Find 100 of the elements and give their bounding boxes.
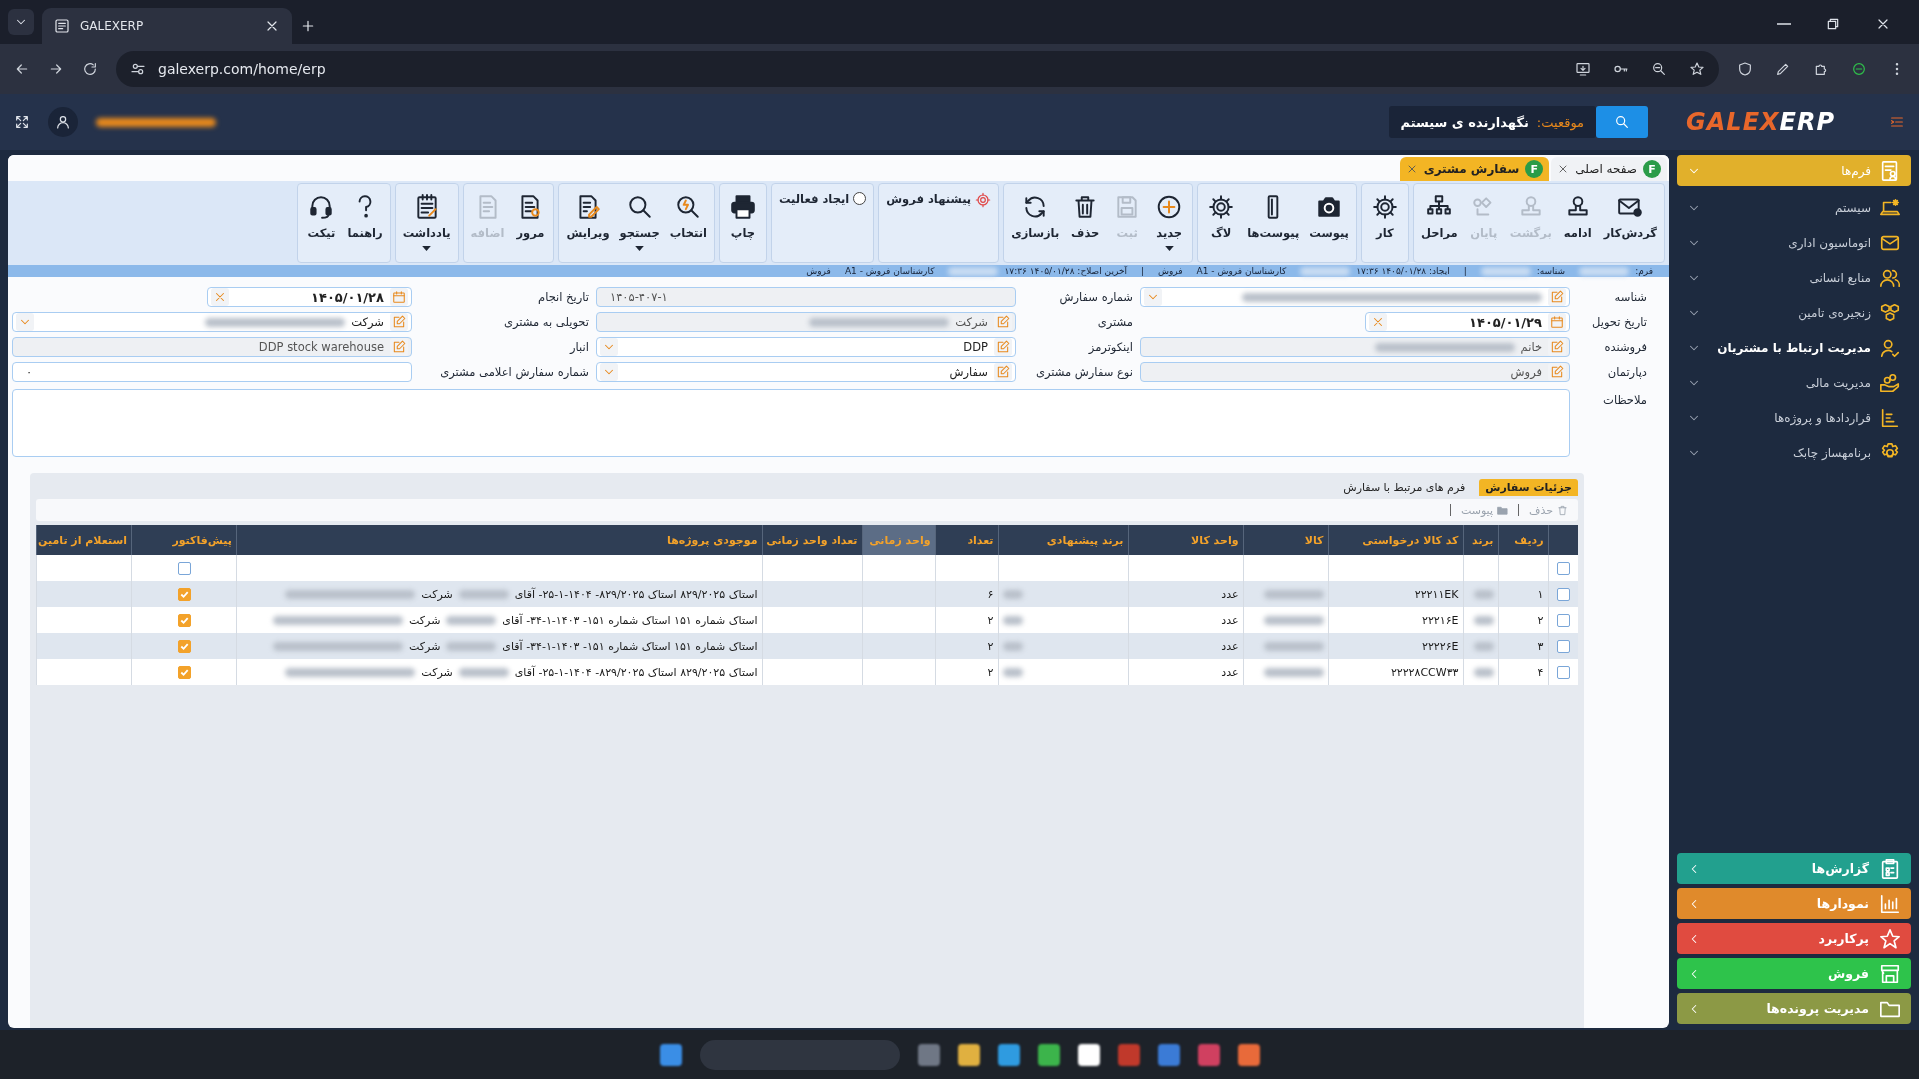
user-avatar[interactable] — [48, 107, 78, 137]
search-icon — [626, 194, 653, 220]
clear-button[interactable] — [211, 288, 229, 306]
column-header[interactable]: موجودی پروژه‌ها — [236, 525, 762, 555]
column-header[interactable]: کالا — [1243, 525, 1328, 555]
column-header[interactable]: تعداد واحد زمانی — [762, 525, 862, 555]
redacted-text — [1263, 642, 1324, 651]
record-info: | — [1463, 266, 1467, 276]
tab-list-button[interactable] — [8, 9, 34, 35]
restore-icon — [1825, 16, 1841, 32]
input-field[interactable]: ۱۴۰۵/۰۱/۲۹ — [1365, 312, 1570, 332]
taskbar-search[interactable] — [699, 1039, 900, 1070]
input-field[interactable]: ۱۴۰۵/۰۱/۲۸ — [207, 287, 412, 307]
calendar-button[interactable] — [1548, 313, 1566, 331]
toolbar-button[interactable]: بازسازی — [1007, 186, 1064, 260]
column-header[interactable]: برند — [1463, 525, 1498, 555]
checkbox[interactable] — [177, 613, 191, 627]
record-info: فروش — [1158, 266, 1183, 276]
checkbox[interactable] — [177, 561, 191, 575]
taskbar-icon[interactable] — [1237, 1043, 1260, 1066]
address-bar[interactable]: galexerp.com/home/erp — [116, 51, 1719, 87]
edit-button[interactable] — [390, 313, 408, 331]
input-field[interactable]: سفارش — [596, 362, 1016, 382]
column-header[interactable]: برند پیشنهادی — [998, 525, 1128, 555]
sidebar-item[interactable]: مدیریت مالی — [1677, 365, 1911, 400]
checkbox[interactable] — [1556, 613, 1570, 627]
clear-button[interactable] — [1369, 313, 1387, 331]
checkbox[interactable] — [177, 587, 191, 601]
toolbar-button[interactable]: پیوست‌ها — [1243, 186, 1304, 260]
calendar-button[interactable] — [390, 288, 408, 306]
record-info: آخرین اصلاح: ۱۴۰۵/۰۱/۲۸ ۱۷:۳۶ — [1004, 266, 1127, 276]
zoom-icon — [1651, 61, 1667, 77]
input-field[interactable]: خانم — [1140, 337, 1570, 357]
input-field[interactable]: فروش — [1140, 362, 1570, 382]
dropdown-button[interactable] — [600, 363, 618, 381]
toolbar-button[interactable]: جستجو — [615, 186, 664, 260]
checkbox[interactable] — [177, 665, 191, 679]
toolbar-button[interactable]: مرور — [510, 186, 551, 260]
toolbar-button[interactable]: گردش‌کار — [1599, 186, 1661, 260]
taskbar-icon[interactable] — [1077, 1043, 1100, 1066]
checkbox[interactable] — [1556, 639, 1570, 653]
column-header[interactable]: ردیف — [1498, 525, 1548, 555]
input-field[interactable]: ۰ — [12, 362, 412, 382]
toolbar-button[interactable]: ویرایش — [562, 186, 614, 260]
edit-button[interactable] — [390, 338, 408, 356]
toolbar-button[interactable]: ادامه — [1557, 186, 1598, 260]
shortcut-button[interactable]: پرکاربرد — [1677, 923, 1911, 954]
taskbar-icon[interactable] — [1037, 1043, 1060, 1066]
input-field[interactable]: شرکت — [12, 312, 412, 332]
taskbar-icon[interactable] — [997, 1043, 1020, 1066]
toolbar-button[interactable]: تیکت — [301, 186, 342, 260]
checkbox[interactable] — [1556, 665, 1570, 679]
sidebar-item[interactable]: برنامهساز چابک — [1677, 435, 1911, 470]
toolbar-button[interactable]: انتخاب — [665, 186, 711, 260]
edit-button[interactable] — [1548, 338, 1566, 356]
checkbox[interactable] — [1556, 587, 1570, 601]
detail-tab[interactable]: فرم های مرتبط با سفارش — [1337, 478, 1472, 496]
field-label: مشتری — [1096, 315, 1133, 329]
column-header[interactable]: استعلام از تامین — [36, 525, 132, 555]
toolbar-button[interactable]: راهنما — [343, 186, 387, 260]
detail-tab[interactable]: جزئیات سفارش — [1479, 478, 1578, 496]
reload-icon — [82, 61, 98, 77]
sidebar-item[interactable]: قراردادها و پروژه‌ها — [1677, 400, 1911, 435]
toolbar-button[interactable]: پیوست — [1305, 186, 1353, 260]
column-header[interactable]: واحد کالا — [1128, 525, 1243, 555]
sidebar-item[interactable]: زنجیره‌ی تامین — [1677, 295, 1911, 330]
edit-button[interactable] — [994, 313, 1012, 331]
column-header[interactable]: تعداد — [935, 525, 998, 555]
record-info: | — [1140, 266, 1144, 276]
column-header[interactable]: کد کالا درخواستی — [1328, 525, 1463, 555]
browser-tab[interactable]: GALEXERP — [42, 8, 292, 44]
dropdown-button[interactable] — [16, 313, 34, 331]
toolbar-button[interactable]: لاگ — [1201, 186, 1242, 260]
input-field[interactable]: DDP — [596, 337, 1016, 357]
edit-button[interactable] — [994, 363, 1012, 381]
input-field[interactable]: شرکت — [596, 312, 1016, 332]
edit-button[interactable] — [1548, 288, 1566, 306]
toolbar-button[interactable]: حذف — [1065, 186, 1106, 260]
sidebar-item[interactable]: سیستم — [1677, 190, 1911, 225]
toolbar-button[interactable]: جدید — [1149, 186, 1190, 260]
extension-icon — [1851, 61, 1867, 77]
input-field[interactable]: ۱۴۰۵-۴۰۷-۱ — [596, 287, 1016, 307]
taskbar-icon[interactable] — [659, 1043, 682, 1066]
edit-button[interactable] — [994, 338, 1012, 356]
sidebar-item[interactable]: مدیریت ارتباط با مشتریان — [1677, 330, 1911, 365]
checkbox[interactable] — [177, 639, 191, 653]
dropdown-button[interactable] — [600, 338, 618, 356]
dropdown-button[interactable] — [1144, 288, 1162, 306]
checkbox[interactable] — [1556, 561, 1570, 575]
input-field[interactable]: DDP stock warehouse — [12, 337, 412, 357]
input-field[interactable] — [1140, 287, 1570, 307]
column-header[interactable]: پیش‌فاکتور — [131, 525, 237, 555]
taskbar-icon[interactable] — [957, 1043, 980, 1066]
toolbar-button[interactable]: مراحل — [1416, 186, 1462, 260]
sidebar-item[interactable]: منابع انسانی — [1677, 260, 1911, 295]
sidebar-item[interactable]: اتوماسیون اداری — [1677, 225, 1911, 260]
remarks-field[interactable] — [12, 389, 1570, 457]
clipboard-icon — [1879, 857, 1901, 880]
search-button[interactable] — [1596, 106, 1649, 138]
edit-button[interactable] — [1548, 363, 1566, 381]
